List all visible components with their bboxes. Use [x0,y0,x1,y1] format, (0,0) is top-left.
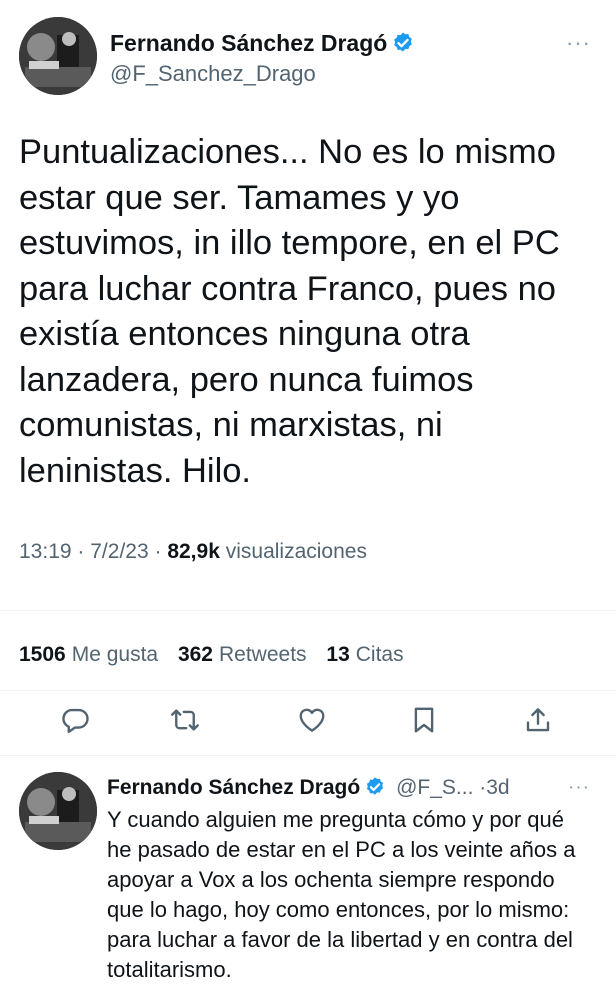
tweet-date[interactable]: 7/2/23 [90,540,148,563]
tweet-text: Puntualizaciones... No es lo mismo estar… [19,133,560,490]
tweet-meta: 13:19 · 7/2/23 · 82,9k visualizaciones [19,540,367,564]
quotes-stat[interactable]: 13 Citas [326,643,403,666]
like-button[interactable] [292,700,332,740]
reply-icon [62,708,89,734]
avatar-photo [19,772,97,850]
reply-more-options-icon[interactable]: ··· [568,777,590,799]
tweet-time[interactable]: 13:19 [19,540,72,563]
author-avatar[interactable] [19,17,97,95]
verified-badge-icon [367,777,384,795]
bookmark-icon [414,707,434,733]
meta-separator: · [77,540,85,563]
divider [0,690,616,691]
views-label: visualizaciones [225,540,367,563]
meta-separator: · [154,540,162,563]
divider [0,610,616,611]
like-icon [299,708,325,732]
verified-badge-icon [394,32,413,52]
divider [0,755,616,756]
share-button[interactable] [518,700,558,740]
likes-count: 1506 [19,643,66,666]
reply-author-name[interactable]: Fernando Sánchez Dragó [107,776,360,799]
retweet-button[interactable] [165,700,205,740]
author-name[interactable]: Fernando Sánchez Dragó [110,30,387,56]
retweets-stat[interactable]: 362 Retweets [178,643,307,666]
author-handle[interactable]: @F_Sanchez_Drago [110,61,316,87]
likes-label: Me gusta [71,643,159,666]
views-count: 82,9k [167,540,220,563]
quotes-label: Citas [355,643,404,666]
retweet-icon [171,709,199,731]
reply-author-handle[interactable]: @F_S... [396,776,473,799]
reply-author-avatar[interactable] [19,772,97,850]
engagement-stats: 1506 Me gusta 362 Retweets 13 Citas [19,643,418,667]
share-icon [526,708,550,732]
reply-header: Fernando Sánchez Dragó @F_S... ·3d [107,776,510,800]
reply-age[interactable]: 3d [486,776,509,799]
avatar-photo [19,17,97,95]
retweets-label: Retweets [219,643,307,666]
retweets-count: 362 [177,643,213,666]
reply-text: Y cuando alguien me pregunta cómo y por … [107,807,576,982]
quotes-count: 13 [326,643,350,666]
more-options-icon[interactable]: ··· [566,30,591,56]
reply-button[interactable] [55,700,95,740]
likes-stat[interactable]: 1506 Me gusta [19,643,158,666]
author-name-row[interactable]: Fernando Sánchez Dragó [110,30,415,57]
bookmark-button[interactable] [404,700,444,740]
